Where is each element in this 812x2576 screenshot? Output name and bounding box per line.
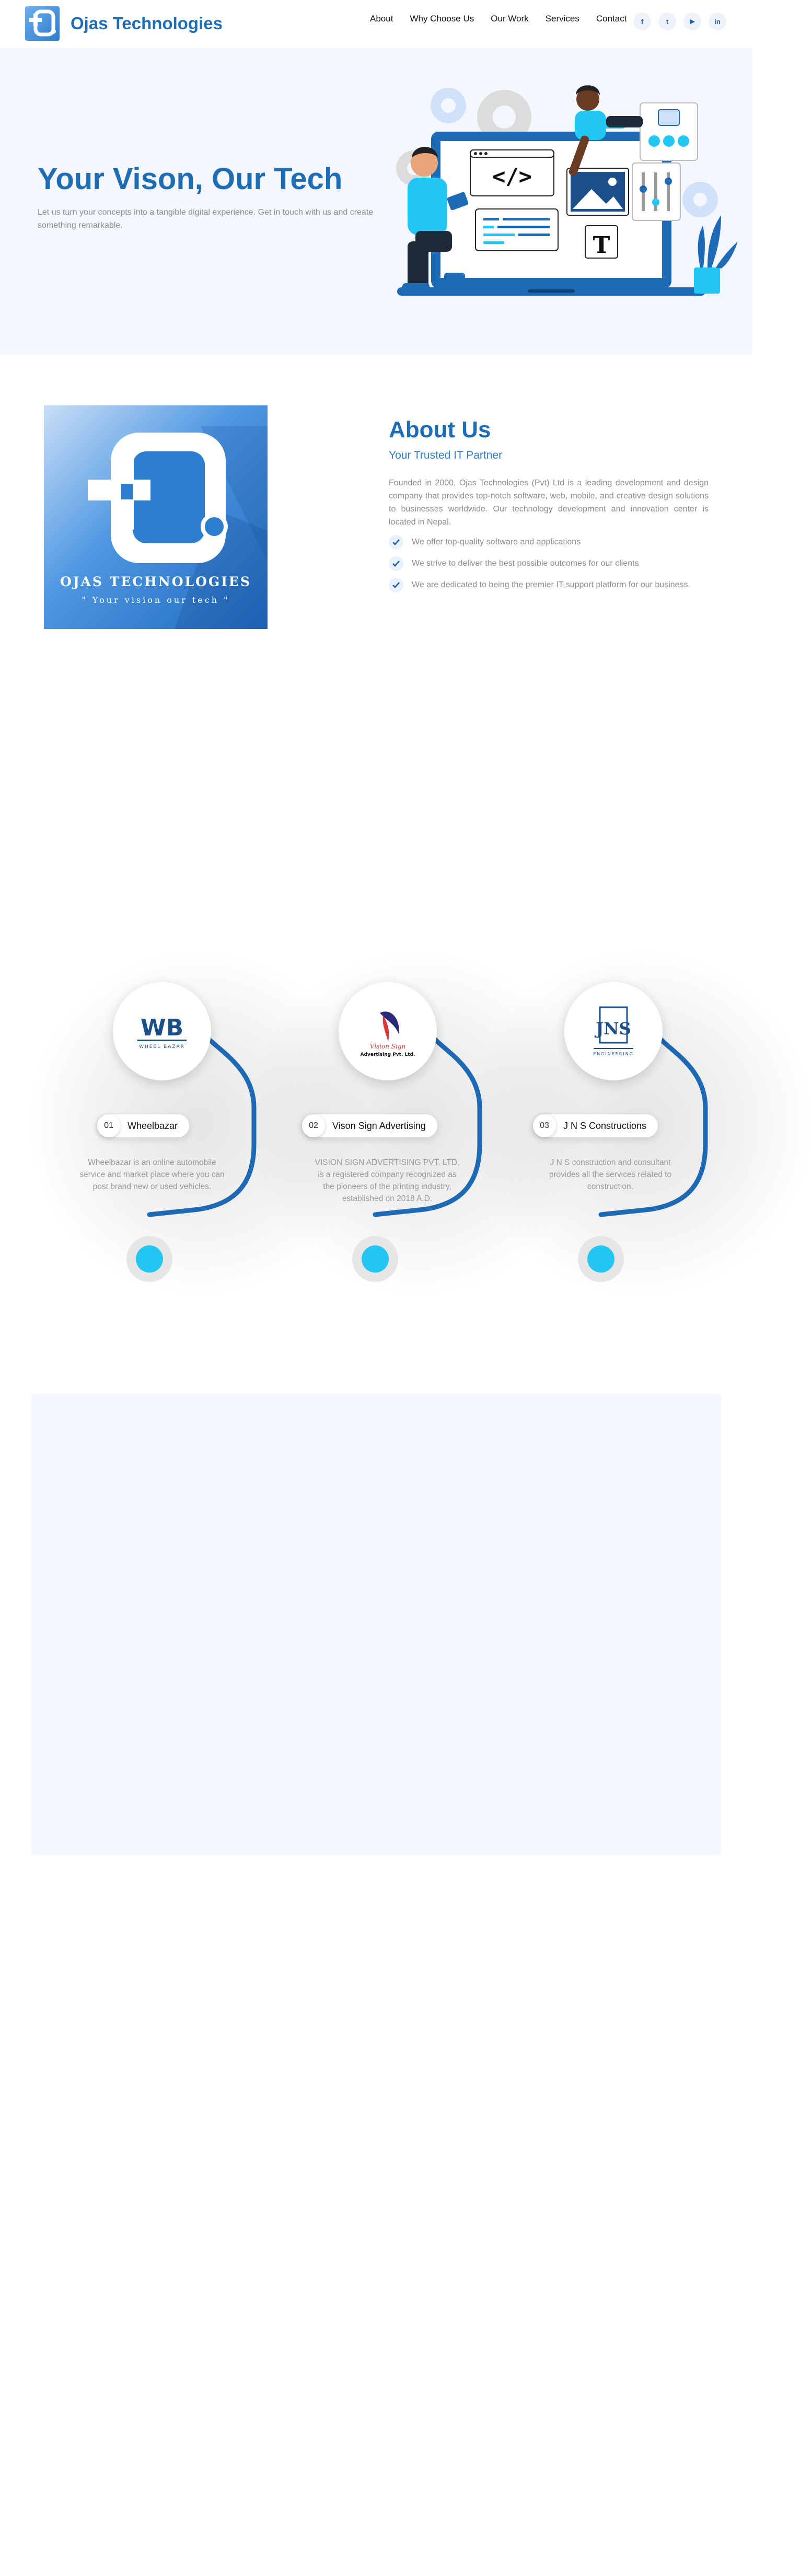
- facebook-icon[interactable]: f: [633, 13, 651, 30]
- about-point-text: We strive to deliver the best possible o…: [412, 559, 639, 568]
- about-description: Founded in 2000, Ojas Technologies (Pvt)…: [389, 479, 709, 527]
- client-description: Wheelbazar is an online automobile servi…: [79, 1158, 225, 1191]
- client-description: VISION SIGN ADVERTISING PVT. LTD. is a r…: [315, 1158, 460, 1203]
- brand-logo-icon: [29, 9, 56, 37]
- client-name-pill: 01 Wheelbazar: [97, 1114, 190, 1137]
- client-logo: JNS ENGINEERING: [564, 982, 663, 1080]
- about-point-text: We offer top-quality software and applic…: [412, 538, 581, 546]
- brand-logo[interactable]: [25, 6, 60, 41]
- about-image-brand: OJAS TECHNOLOGIES: [60, 574, 251, 589]
- about-subtitle: Your Trusted IT Partner: [389, 449, 503, 461]
- hero-subtitle: Let us turn your concepts into a tangibl…: [38, 208, 374, 230]
- client-card-vison-sign[interactable]: Vision Sign Advertising Pvt. Ltd. 02 Vis…: [286, 940, 516, 1306]
- client-name-pill: 03 J N S Constructions: [533, 1114, 658, 1137]
- about-image: OJAS TECHNOLOGIES " Your vision our tech…: [44, 405, 268, 629]
- wheelbazar-logo-icon: WB WHEEL BAZAR: [137, 1015, 187, 1050]
- nav-services[interactable]: Services: [546, 14, 579, 24]
- client-number: 01: [97, 1114, 120, 1137]
- clients-section: WB WHEEL BAZAR 01 Wheelbazar Wheelbazar …: [0, 940, 812, 1337]
- client-name: Vison Sign Advertising: [332, 1120, 426, 1131]
- check-icon: [389, 578, 403, 592]
- client-card-jns[interactable]: JNS ENGINEERING 03 J N S Constructions J…: [512, 940, 742, 1306]
- about-title: About Us: [389, 417, 491, 442]
- svg-text:Advertising Pvt. Ltd.: Advertising Pvt. Ltd.: [361, 1052, 415, 1057]
- client-name: Wheelbazar: [127, 1120, 178, 1131]
- nav-about[interactable]: About: [370, 14, 393, 24]
- list-item: We offer top-quality software and applic…: [389, 535, 709, 550]
- twitter-icon[interactable]: t: [658, 13, 676, 30]
- svg-text:WB: WB: [141, 1015, 183, 1041]
- main-nav: About Why Choose Us Our Work Services Co…: [370, 14, 627, 24]
- check-icon: [389, 556, 403, 571]
- client-name: J N S Constructions: [563, 1120, 647, 1131]
- svg-text:Vision Sign: Vision Sign: [370, 1043, 406, 1050]
- list-item: We are dedicated to being the premier IT…: [389, 578, 709, 592]
- content-block: [31, 1394, 721, 1855]
- about-point-text: We are dedicated to being the premier IT…: [412, 580, 691, 589]
- client-logo: WB WHEEL BAZAR: [113, 982, 211, 1080]
- hero-title: Your Vison, Our Tech: [38, 162, 343, 196]
- gear-icon: [431, 88, 466, 123]
- text-icon: T: [593, 232, 610, 259]
- client-name-pill: 02 Vison Sign Advertising: [302, 1114, 437, 1137]
- developer-illustration: </> T: [396, 85, 738, 296]
- list-item: We strive to deliver the best possible o…: [389, 556, 709, 571]
- youtube-icon[interactable]: ▶: [683, 13, 701, 30]
- client-description: J N S construction and consultant provid…: [549, 1158, 672, 1191]
- svg-text:WHEEL BAZAR: WHEEL BAZAR: [139, 1044, 185, 1050]
- vision-sign-logo-icon: Vision Sign Advertising Pvt. Ltd.: [361, 1011, 415, 1057]
- nav-why-choose-us[interactable]: Why Choose Us: [410, 14, 474, 24]
- code-icon: </>: [492, 164, 532, 189]
- client-number: 02: [302, 1114, 325, 1137]
- svg-text:ENGINEERING: ENGINEERING: [593, 1052, 634, 1056]
- linkedin-icon[interactable]: in: [709, 13, 726, 30]
- about-image-tagline: " Your vision our tech ": [82, 595, 229, 605]
- social-links: f t ▶ in: [633, 13, 726, 30]
- page: Ojas Technologies About Why Choose Us Ou…: [0, 0, 812, 2576]
- check-icon: [389, 535, 403, 550]
- gear-icon: [682, 182, 718, 217]
- site-header: Ojas Technologies About Why Choose Us Ou…: [0, 0, 812, 48]
- client-card-wheelbazar[interactable]: WB WHEEL BAZAR 01 Wheelbazar Wheelbazar …: [61, 940, 291, 1306]
- client-logo: Vision Sign Advertising Pvt. Ltd.: [339, 982, 437, 1080]
- nav-our-work[interactable]: Our Work: [491, 14, 528, 24]
- brand-name[interactable]: Ojas Technologies: [71, 14, 223, 33]
- jns-logo-icon: JNS ENGINEERING: [593, 1006, 634, 1056]
- nav-contact[interactable]: Contact: [596, 14, 627, 24]
- svg-text:JNS: JNS: [594, 1019, 631, 1039]
- about-points: We offer top-quality software and applic…: [389, 535, 709, 599]
- ojas-logo-icon: OJAS TECHNOLOGIES " Your vision our tech…: [60, 426, 268, 629]
- hero-section: Your Vison, Our Tech Let us turn your co…: [0, 48, 752, 354]
- client-number: 03: [533, 1114, 556, 1137]
